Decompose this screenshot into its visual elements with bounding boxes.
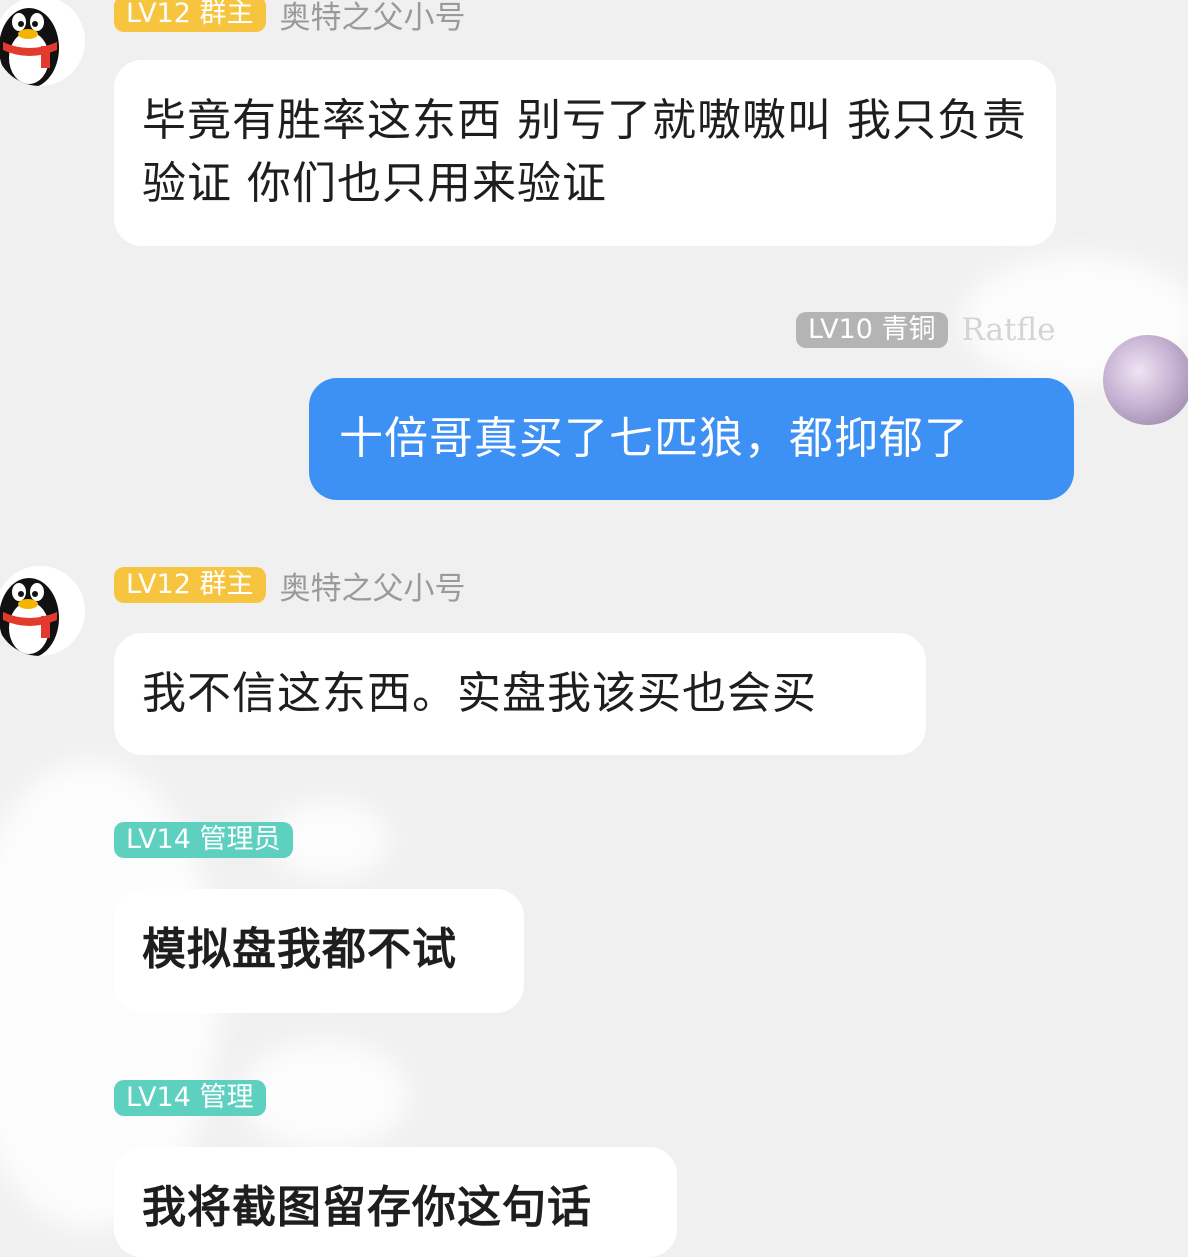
message-bubble[interactable]: 我将截图留存你这句话 xyxy=(114,1147,677,1257)
sender-name[interactable]: 奥特之父小号 xyxy=(280,563,466,608)
level-badge: LV10 青铜 xyxy=(796,312,948,348)
sender-avatar[interactable] xyxy=(0,566,85,656)
level-badge: LV14 管理 xyxy=(114,1080,266,1116)
sender-name[interactable]: Ratfle xyxy=(962,312,1056,348)
message-meta: LV12 群主 奥特之父小号 xyxy=(114,0,466,37)
qq-penguin-avatar-icon xyxy=(0,578,59,656)
level-badge: LV12 群主 xyxy=(114,0,266,32)
sender-avatar[interactable] xyxy=(0,0,85,86)
level-badge: LV12 群主 xyxy=(114,567,266,603)
message-meta: LV14 管理员 xyxy=(114,819,293,861)
message-bubble[interactable]: 毕竟有胜率这东西 别亏了就嗷嗷叫 我只负责验证 你们也只用来验证 xyxy=(114,60,1056,246)
self-avatar[interactable] xyxy=(1103,335,1188,425)
smudge-overlay xyxy=(240,1040,410,1150)
message-bubble[interactable]: 我不信这东西。实盘我该买也会买 xyxy=(114,633,926,755)
message-meta: LV10 青铜 Ratfle xyxy=(796,309,1056,351)
message-meta: LV14 管理 xyxy=(114,1077,266,1119)
qq-penguin-avatar-icon xyxy=(0,8,59,86)
level-badge: LV14 管理员 xyxy=(114,822,293,858)
message-meta: LV12 群主 奥特之父小号 xyxy=(114,563,466,608)
message-bubble[interactable]: 模拟盘我都不试 xyxy=(114,889,524,1013)
message-bubble-outgoing[interactable]: 十倍哥真买了七匹狼，都抑郁了 xyxy=(309,378,1074,500)
sender-name[interactable]: 奥特之父小号 xyxy=(280,0,466,37)
